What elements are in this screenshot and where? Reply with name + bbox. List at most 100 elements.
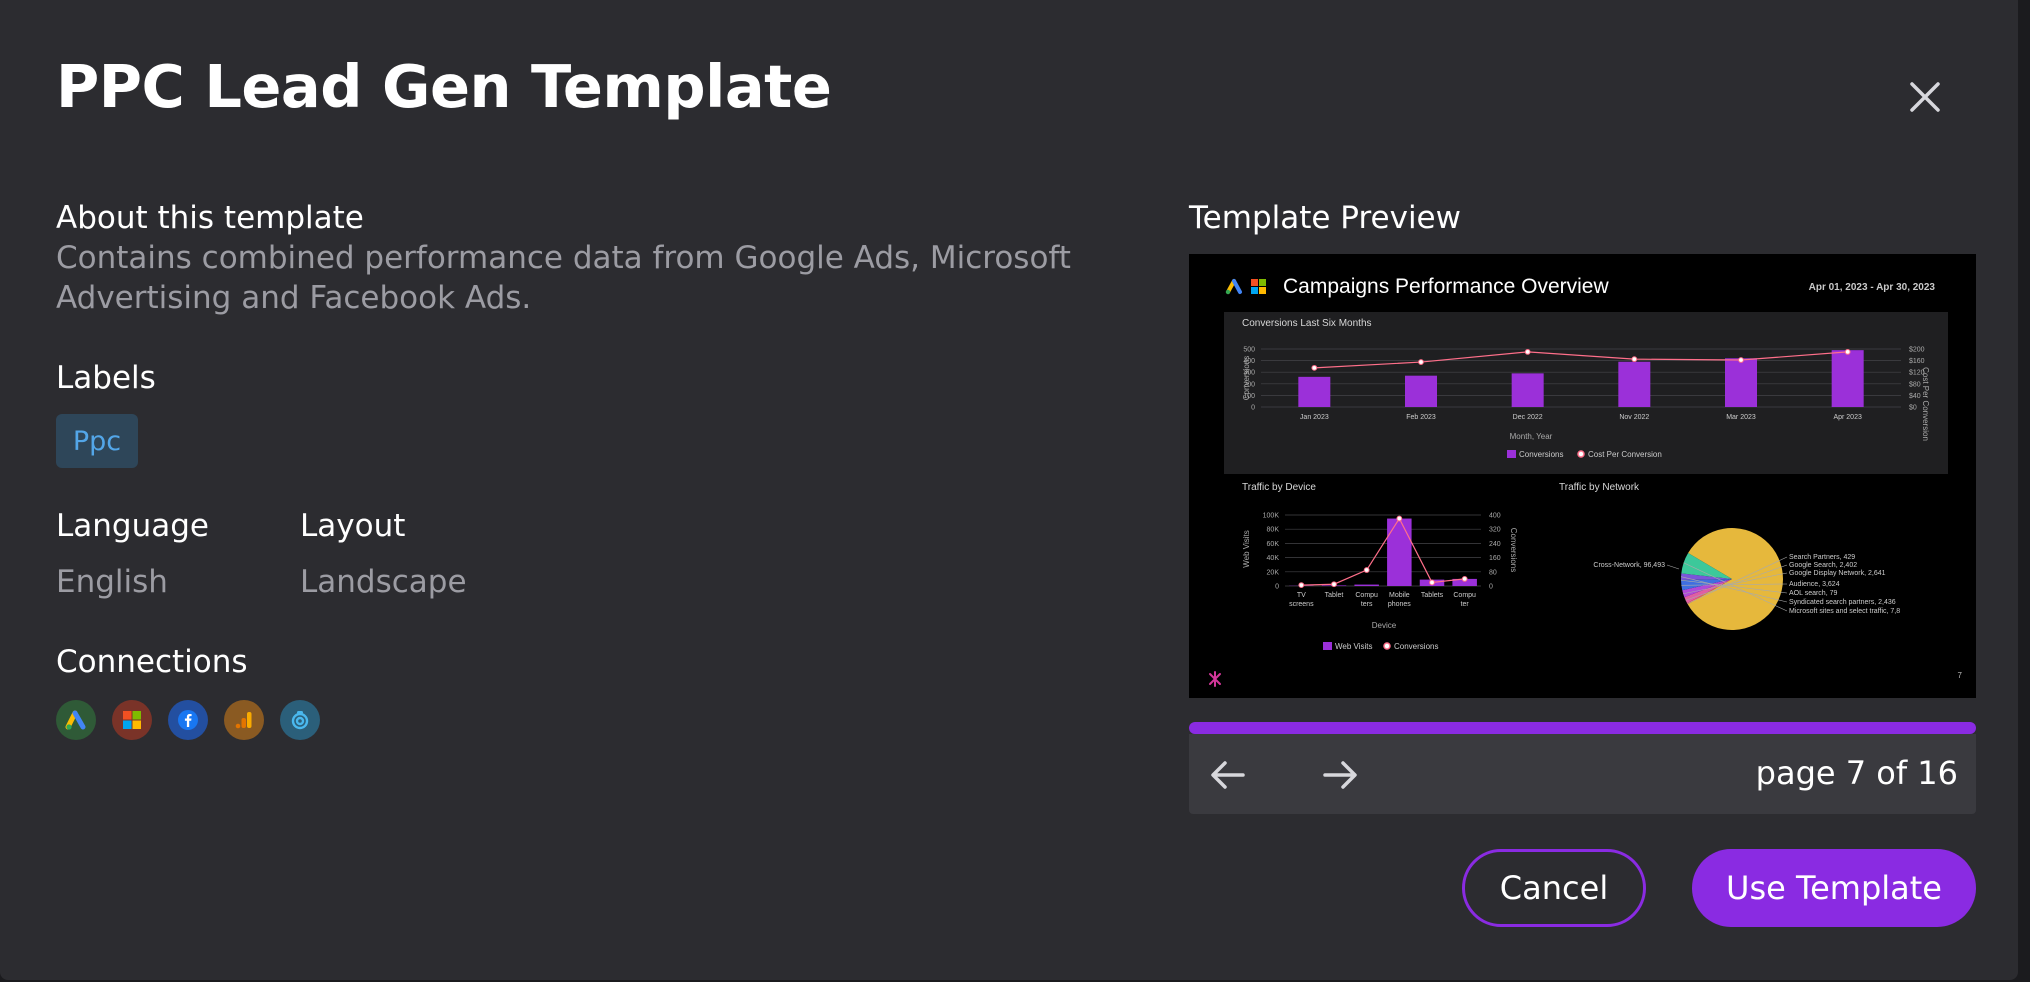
arrow-right-icon	[1323, 761, 1357, 789]
google-analytics-icon	[224, 700, 264, 740]
bar	[1618, 361, 1651, 407]
google-ads-icon	[56, 700, 96, 740]
line-point	[1738, 357, 1744, 363]
y-tick-label: 40K	[1267, 555, 1280, 562]
pie-leader	[1666, 564, 1680, 570]
line-point	[1298, 582, 1305, 589]
pie-label: Cross-Network, 96,493	[1593, 562, 1665, 569]
pie-label: Audience, 3,624	[1789, 581, 1840, 588]
y2-tick-label: 80	[1489, 569, 1497, 576]
layout-value: Landscape	[300, 564, 467, 600]
template-modal: PPC Lead Gen Template About this templat…	[0, 0, 2018, 980]
preview-pager: page 7 of 16	[1189, 734, 1976, 814]
language-value: English	[56, 564, 168, 600]
x-tick-label: Feb 2023	[1406, 414, 1436, 421]
x-tick-label: screens	[1289, 601, 1314, 608]
series-line	[1301, 517, 1465, 586]
y-tick-label: 0	[1275, 584, 1279, 591]
line-point	[1844, 349, 1851, 355]
y2-tick-label: $200	[1909, 347, 1925, 354]
device-xlabel: Device	[1372, 621, 1397, 630]
layout-heading: Layout	[300, 508, 406, 544]
facebook-icon	[168, 700, 208, 740]
x-tick-label: Tablets	[1421, 592, 1444, 599]
bar	[1725, 358, 1757, 407]
line-point	[1461, 576, 1468, 582]
close-icon	[1910, 82, 1940, 112]
y2-tick-label: 240	[1489, 541, 1501, 548]
network-chart-title: Traffic by Network	[1559, 482, 1640, 493]
close-button[interactable]	[1906, 78, 1944, 116]
brand-logo	[1209, 671, 1221, 687]
line-point	[1429, 579, 1435, 586]
report-date-range: Apr 01, 2023 - Apr 30, 2023	[1809, 282, 1936, 293]
bar	[1405, 375, 1437, 407]
conversions-xlabel: Month, Year	[1510, 432, 1553, 441]
x-tick-label: ters	[1361, 601, 1373, 608]
y2-tick-label: $80	[1909, 381, 1921, 388]
conversions-chart-title: Conversions Last Six Months	[1242, 318, 1372, 329]
x-tick-label: Tablet	[1325, 592, 1344, 599]
pie-label: Microsoft sites and select traffic, 7,8	[1789, 608, 1900, 615]
legend-web-visits: Web Visits	[1335, 642, 1373, 651]
x-tick-label: Compu	[1355, 592, 1378, 599]
bar	[1511, 373, 1544, 407]
x-tick-label: Mar 2023	[1726, 414, 1756, 421]
legend-swatch-web-visits	[1323, 642, 1332, 650]
microsoft-icon	[112, 700, 152, 740]
line-point	[1396, 515, 1403, 522]
arrow-left-icon	[1211, 761, 1245, 789]
y-tick-label: 0	[1251, 405, 1255, 412]
y2-tick-label: 160	[1489, 555, 1501, 562]
pie-label: Syndicated search partners, 2,436	[1789, 599, 1896, 606]
x-tick-label: Apr 2023	[1833, 414, 1862, 421]
line-point	[1331, 581, 1337, 588]
next-page-button[interactable]	[1317, 752, 1363, 798]
connections-heading: Connections	[56, 644, 248, 680]
line-point	[1418, 359, 1424, 365]
x-tick-label: TV	[1297, 592, 1306, 599]
network-pie-chart: Cross-Network, 96,493 Search Partners, 42…	[1593, 528, 1900, 631]
conversions-ylabel-left: Conversions	[1242, 356, 1251, 400]
x-tick-label: Compu	[1453, 592, 1476, 599]
slide-page-number: 7	[1958, 671, 1963, 680]
legend-conversions: Conversions	[1519, 450, 1563, 459]
x-tick-label: Mobile	[1389, 592, 1410, 599]
conversions-ylabel-right: Cost Per Conversion	[1921, 367, 1930, 441]
bar	[1298, 376, 1331, 407]
y-tick-label: 20K	[1267, 569, 1280, 576]
preview-slide: Campaigns Performance Overview Apr 01, 2…	[1209, 275, 1963, 687]
x-tick-label: Nov 2022	[1619, 414, 1649, 421]
cancel-button[interactable]: Cancel	[1462, 849, 1646, 927]
previous-page-button[interactable]	[1205, 752, 1251, 798]
y-tick-label: 60K	[1267, 541, 1280, 548]
report-title: Campaigns Performance Overview	[1283, 275, 1609, 298]
device-chart: 100K 400 80K 320 60K 240 40K 160 20K 80 0 0 TV screen…	[1263, 513, 1501, 609]
line-point	[1311, 364, 1318, 371]
y2-tick-label: $160	[1909, 358, 1925, 365]
use-template-button[interactable]: Use Template	[1692, 849, 1976, 927]
about-heading: About this template	[56, 200, 364, 236]
x-tick-label: ter	[1461, 601, 1470, 608]
page-indicator: page 7 of 16	[1755, 754, 1958, 792]
y2-tick-label: $40	[1909, 393, 1921, 400]
preview-progress-bar	[1189, 722, 1976, 734]
legend-swatch-conversions	[1507, 450, 1516, 458]
x-tick-label: Dec 2022	[1513, 414, 1543, 421]
y2-tick-label: 320	[1489, 527, 1501, 534]
device-ylabel-left: Web Visits	[1242, 530, 1251, 568]
about-line-1: Contains combined performance data from …	[56, 240, 1071, 276]
template-preview: Campaigns Performance Overview Apr 01, 2…	[1189, 254, 1976, 698]
line-point	[1524, 349, 1531, 355]
line-point	[1363, 567, 1370, 573]
y-tick-label: 500	[1243, 347, 1255, 354]
about-line-2: Advertising and Facebook Ads.	[56, 280, 532, 316]
preview-heading: Template Preview	[1189, 200, 1461, 236]
legend-marker-device-conversions	[1383, 642, 1391, 650]
y-tick-label: 80K	[1267, 527, 1280, 534]
y2-tick-label: 0	[1489, 584, 1493, 591]
language-heading: Language	[56, 508, 209, 544]
pie-label: Google Display Network, 2,641	[1789, 570, 1886, 577]
pie-label: AOL search, 79	[1789, 590, 1837, 597]
pie-label: Search Partners, 429	[1789, 554, 1855, 561]
